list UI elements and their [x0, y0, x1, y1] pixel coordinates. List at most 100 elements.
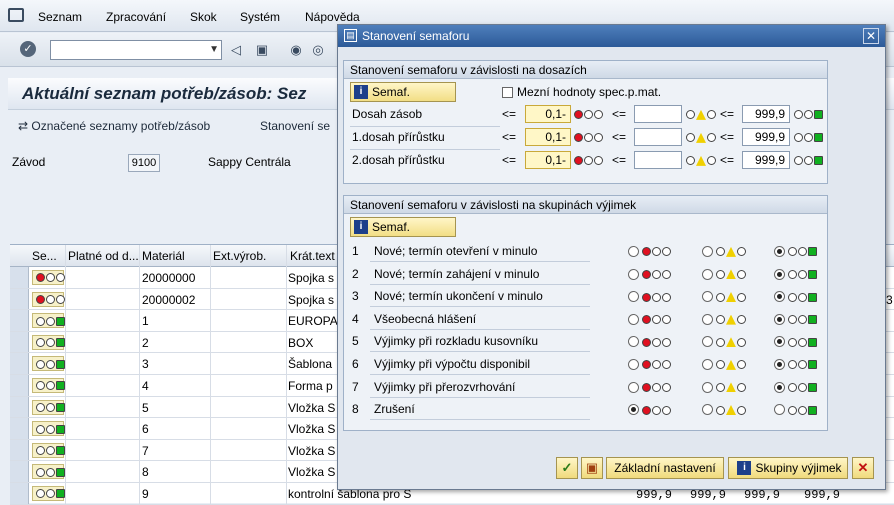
off-light-icon	[36, 338, 45, 348]
red-light-icon	[574, 109, 604, 120]
col-valid-from[interactable]: Platné od d...	[68, 249, 140, 263]
green-radio[interactable]	[774, 381, 785, 393]
traffic-light	[32, 464, 65, 480]
row-selector[interactable]	[10, 461, 29, 482]
red-limit-input[interactable]: 0,1-	[525, 105, 571, 123]
row-selector[interactable]	[10, 267, 29, 288]
off-light-icon	[716, 292, 725, 302]
green-radio[interactable]	[774, 404, 785, 416]
cancel-button[interactable]: ✕	[852, 457, 874, 479]
col-semaphore[interactable]: Se...	[32, 249, 62, 263]
row-selector[interactable]	[10, 396, 29, 418]
page-title: Aktuální seznam potřeb/zásob: Sez	[22, 84, 307, 103]
red-light-icon	[642, 246, 672, 257]
menu-napoveda[interactable]: Nápověda	[305, 10, 360, 24]
app-menu-icon[interactable]	[8, 8, 24, 22]
col-material[interactable]: Materiál	[142, 249, 208, 263]
off-light-icon	[707, 133, 716, 143]
row-selector[interactable]	[10, 375, 29, 396]
close-icon[interactable]: ✕	[863, 28, 879, 44]
semaphore-button-1[interactable]: i Semaf.	[350, 82, 456, 102]
off-light-icon	[737, 360, 746, 370]
red-radio[interactable]	[628, 268, 639, 280]
off-light-icon	[788, 360, 797, 370]
off-light-icon	[707, 156, 716, 166]
red-radio[interactable]	[628, 291, 639, 303]
yellow-light-icon	[726, 337, 736, 348]
green-radio[interactable]	[774, 313, 785, 325]
exit-icon[interactable]: ◎	[310, 42, 326, 58]
red-radio[interactable]	[628, 359, 639, 370]
plant-field[interactable]: 9100	[128, 154, 160, 172]
info-icon: i	[354, 85, 368, 99]
red-radio[interactable]	[628, 336, 639, 348]
green-radio[interactable]	[774, 246, 785, 257]
selected-lists-button[interactable]: ⇄ Označené seznamy potřeb/zásob	[18, 119, 210, 133]
col-short-text[interactable]: Krát.text	[290, 249, 340, 263]
row-selector[interactable]	[10, 483, 29, 504]
material-specific-checkbox[interactable]	[502, 87, 513, 98]
row-separator	[370, 396, 590, 398]
green-limit-input[interactable]: 999,9	[742, 128, 790, 146]
off-light-icon	[788, 382, 797, 392]
red-light-icon	[642, 314, 672, 325]
red-radio[interactable]	[628, 381, 639, 393]
yellow-light-icon	[726, 269, 736, 280]
yellow-light-icon	[716, 269, 747, 280]
exception-groups-button[interactable]: i Skupiny výjimek	[728, 457, 848, 479]
chevron-down-icon[interactable]: ▼	[209, 44, 219, 55]
green-radio[interactable]	[774, 291, 785, 303]
yellow-limit-input[interactable]	[634, 105, 682, 123]
back-arrow-icon[interactable]: ◁	[228, 42, 244, 58]
green-limit-input[interactable]: 999,9	[742, 105, 790, 123]
row-selector[interactable]	[10, 439, 29, 461]
command-field[interactable]: ▼	[50, 40, 222, 60]
traffic-light-settings-button[interactable]: Stanovení se	[260, 119, 330, 133]
green-radio[interactable]	[774, 268, 785, 280]
save-icon[interactable]: ▣	[254, 42, 270, 58]
yellow-radio[interactable]	[702, 291, 713, 303]
row-selector[interactable]	[10, 288, 29, 310]
red-radio[interactable]	[628, 404, 639, 416]
red-limit-input[interactable]: 0,1-	[525, 151, 571, 169]
confirm-button[interactable]: ✓	[556, 457, 578, 479]
col-ext-production[interactable]: Ext.výrob.	[213, 249, 283, 263]
yellow-light-icon	[716, 404, 747, 416]
yellow-radio[interactable]	[702, 246, 713, 257]
red-light-icon	[574, 155, 604, 166]
row-separator	[370, 283, 590, 285]
yellow-radio[interactable]	[702, 381, 713, 393]
red-light-icon	[36, 273, 45, 283]
row-separator	[370, 419, 590, 421]
short-text-cell: Vložka S	[288, 443, 336, 458]
yellow-radio[interactable]	[702, 313, 713, 325]
checkmark-icon: ✓	[561, 460, 573, 475]
enter-icon[interactable]: ✓	[20, 41, 36, 57]
menu-system[interactable]: Systém	[240, 10, 280, 24]
green-radio[interactable]	[774, 336, 785, 348]
row-selector[interactable]	[10, 353, 29, 374]
yellow-radio[interactable]	[702, 268, 713, 280]
red-radio[interactable]	[628, 313, 639, 325]
exception-number: 8	[352, 402, 359, 417]
green-radio[interactable]	[774, 359, 785, 370]
yellow-limit-input[interactable]	[634, 151, 682, 169]
material-cell: 4	[142, 379, 149, 393]
red-limit-input[interactable]: 0,1-	[525, 128, 571, 146]
menu-seznam[interactable]: Seznam	[38, 10, 82, 24]
green-limit-input[interactable]: 999,9	[742, 151, 790, 169]
back-icon[interactable]: ◉	[288, 42, 304, 58]
menu-skok[interactable]: Skok	[190, 10, 217, 24]
row-selector[interactable]	[10, 310, 29, 331]
yellow-limit-input[interactable]	[634, 128, 682, 146]
row-selector[interactable]	[10, 418, 29, 439]
yellow-radio[interactable]	[702, 359, 713, 370]
semaphore-button-2[interactable]: i Semaf.	[350, 217, 456, 237]
row-selector[interactable]	[10, 331, 29, 353]
default-settings-button[interactable]: Základní nastavení	[606, 457, 724, 479]
menu-zpracovani[interactable]: Zpracování	[106, 10, 166, 24]
yellow-radio[interactable]	[702, 404, 713, 416]
save-button[interactable]: ▣	[581, 457, 603, 479]
red-radio[interactable]	[628, 246, 639, 257]
yellow-radio[interactable]	[702, 336, 713, 348]
